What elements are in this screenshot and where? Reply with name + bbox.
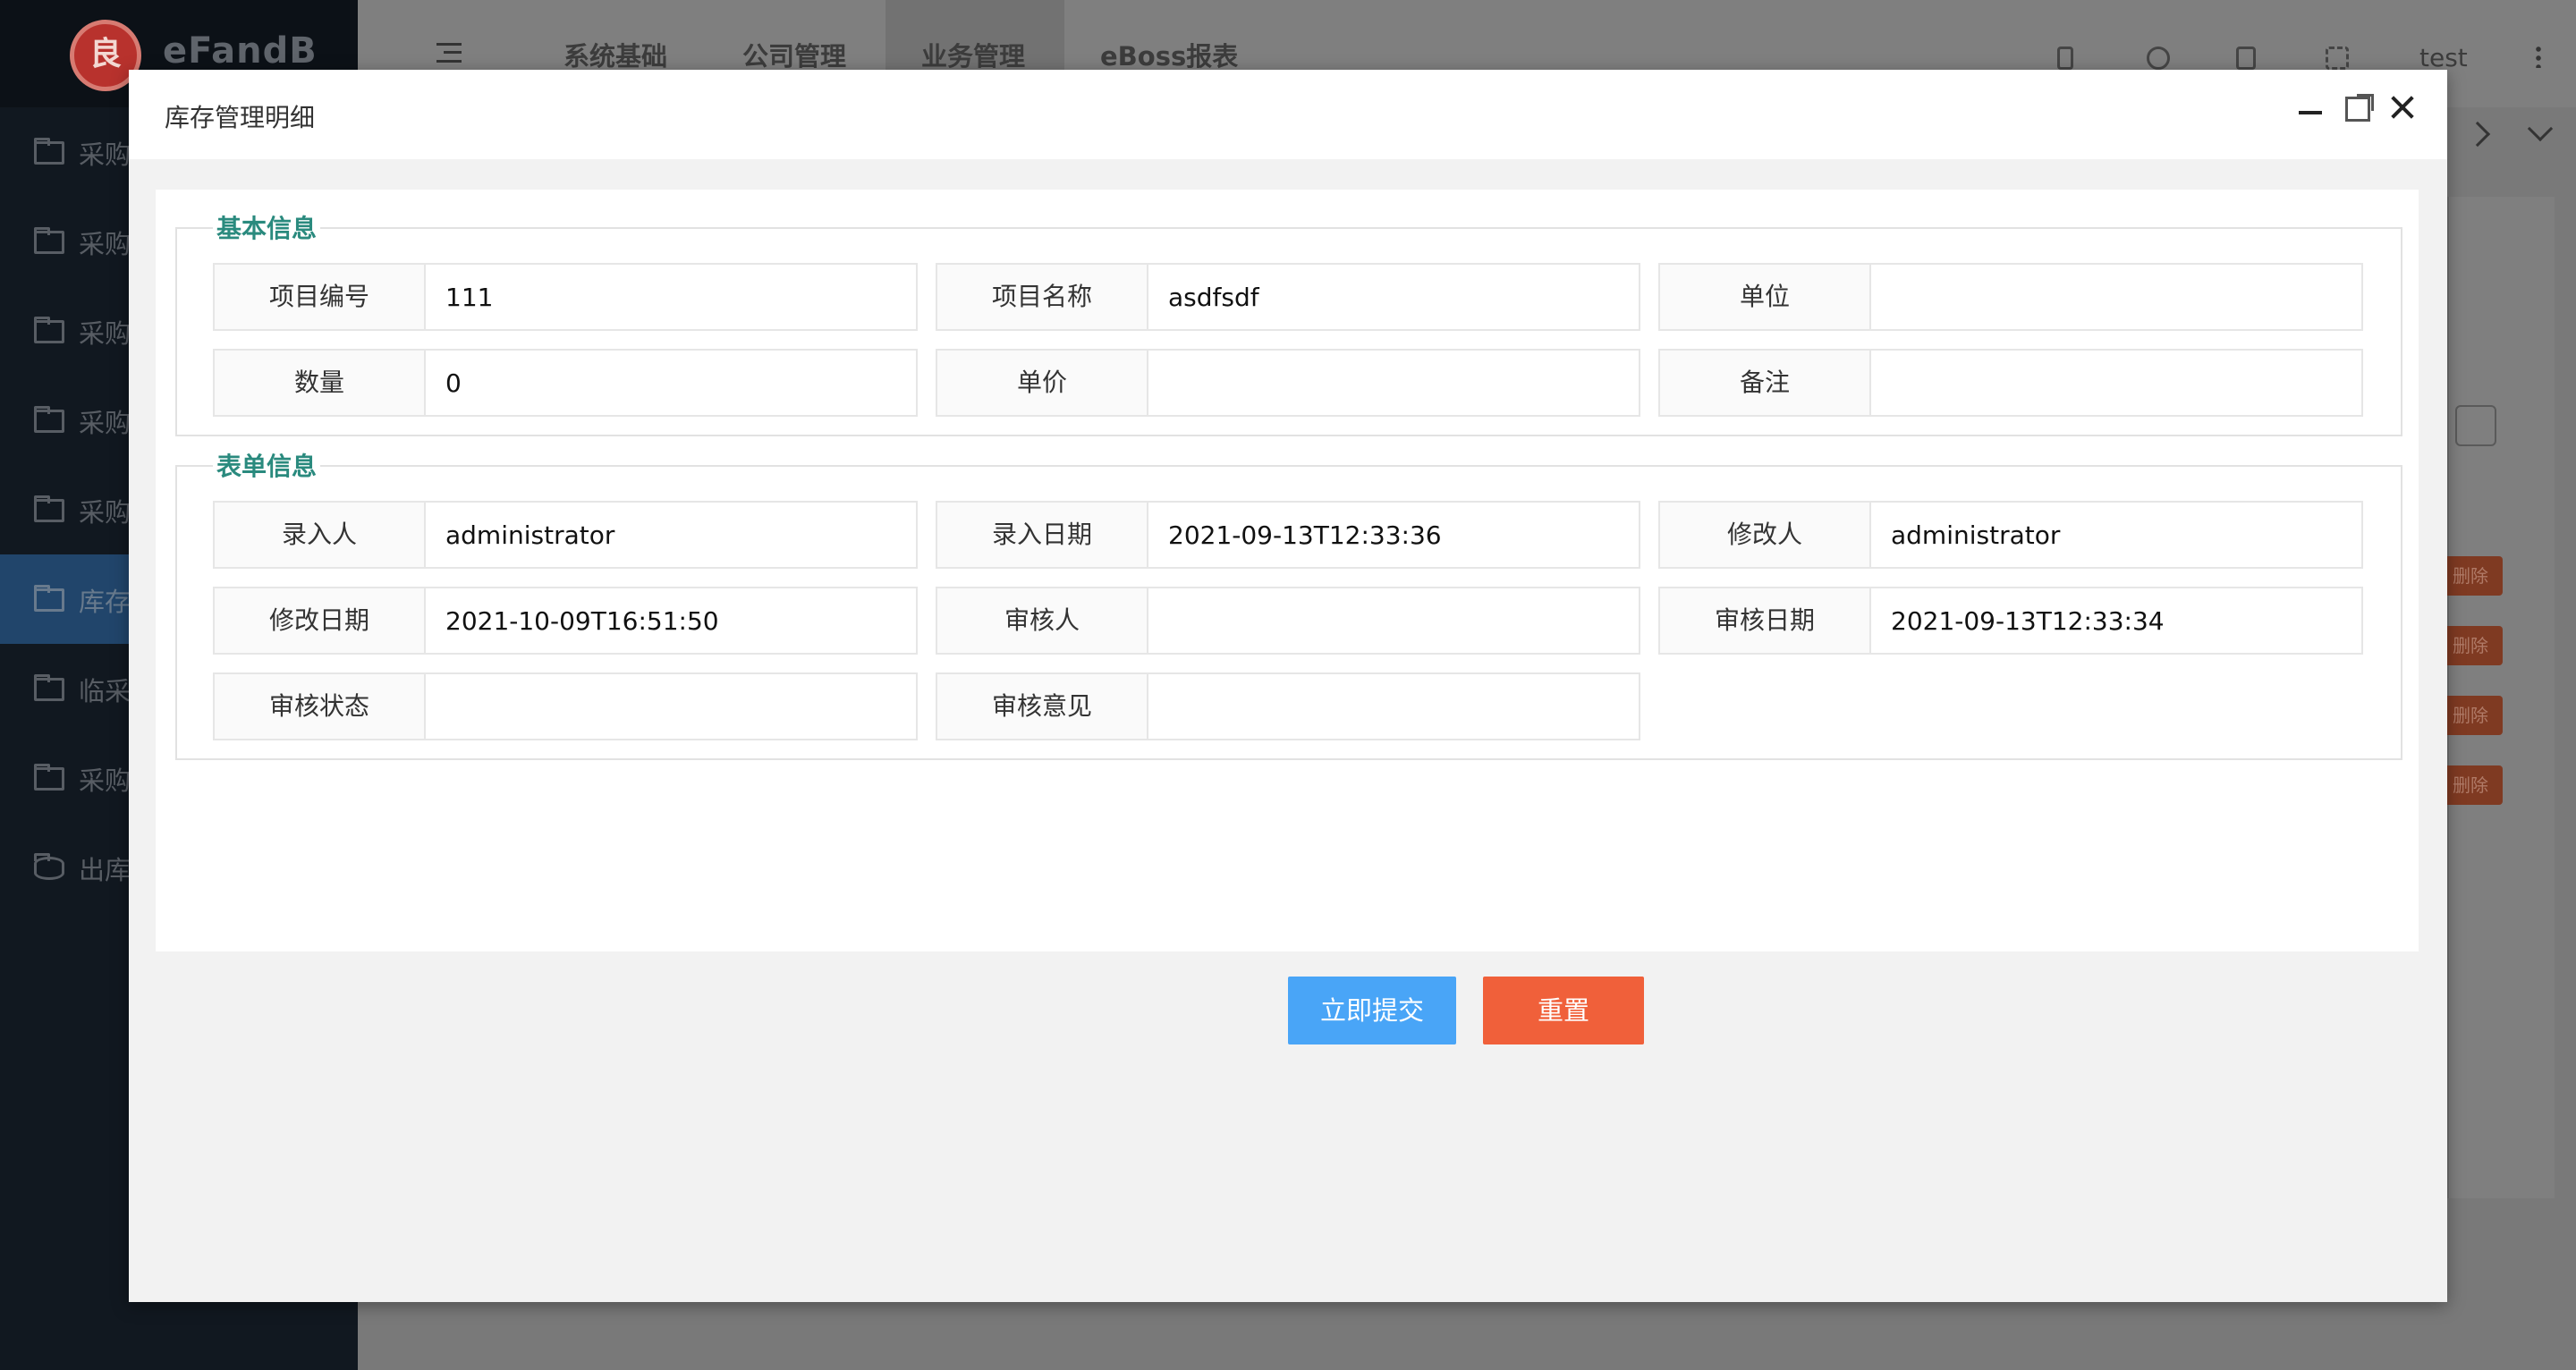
sidebar-item-label: 采购 xyxy=(79,497,131,528)
field-label: 备注 xyxy=(1660,351,1871,415)
field-label: 项目编号 xyxy=(215,265,426,329)
field-review-status: 审核状态 xyxy=(213,672,918,740)
tab-eboss-reports[interactable]: eBoss报表 xyxy=(1100,36,1238,73)
refresh-icon[interactable] xyxy=(2147,47,2170,70)
trash-icon[interactable] xyxy=(2236,47,2256,70)
delete-button[interactable]: 删除 xyxy=(2447,765,2503,805)
create-date-input[interactable] xyxy=(1148,503,1639,567)
review-date-input[interactable] xyxy=(1871,588,2361,653)
user-menu[interactable]: test xyxy=(2419,43,2468,72)
modifier-input[interactable] xyxy=(1871,503,2361,567)
close-icon[interactable] xyxy=(2388,93,2417,122)
field-label: 录入日期 xyxy=(937,503,1148,567)
folder-icon xyxy=(34,674,64,701)
review-opinion-input[interactable] xyxy=(1148,674,1639,739)
field-unit-price: 单价 xyxy=(936,349,1640,417)
item-code-input[interactable] xyxy=(426,265,916,329)
field-label: 修改人 xyxy=(1660,503,1871,567)
field-modifier: 修改人 xyxy=(1658,501,2363,569)
field-creator: 录入人 xyxy=(213,501,918,569)
unit-price-input[interactable] xyxy=(1148,351,1639,415)
field-label: 单位 xyxy=(1660,265,1871,329)
menu-toggle-icon[interactable] xyxy=(436,43,462,63)
field-review-date: 审核日期 xyxy=(1658,587,2363,655)
sidebar-item-label: 采购 xyxy=(79,318,131,349)
tab-business-management[interactable]: 业务管理 xyxy=(921,36,1025,73)
folder-icon xyxy=(34,138,64,165)
field-create-date: 录入日期 xyxy=(936,501,1640,569)
creator-input[interactable] xyxy=(426,503,916,567)
field-unit: 单位 xyxy=(1658,263,2363,331)
modal-header: 库存管理明细 xyxy=(129,70,2447,159)
sidebar-item-label: 采购 xyxy=(79,765,131,796)
reset-button[interactable]: 重置 xyxy=(1483,977,1644,1044)
modal-title: 库存管理明细 xyxy=(165,103,316,132)
section-legend-basic: 基本信息 xyxy=(213,209,321,245)
unit-input[interactable] xyxy=(1871,265,2361,329)
field-reviewer: 审核人 xyxy=(936,587,1640,655)
delete-button[interactable]: 删除 xyxy=(2447,556,2503,596)
tab-company-management[interactable]: 公司管理 xyxy=(742,36,846,73)
form-panel: 基本信息 项目编号 项目名称 单位 数量 单价 备注 xyxy=(156,190,2419,1044)
fieldset-basic-info: 基本信息 项目编号 项目名称 单位 数量 单价 备注 xyxy=(175,209,2402,436)
folder-icon xyxy=(34,585,64,612)
database-icon xyxy=(34,853,64,880)
mobile-icon[interactable] xyxy=(2057,47,2073,70)
more-icon[interactable] xyxy=(2536,45,2541,68)
folder-icon xyxy=(34,764,64,791)
field-item-name: 项目名称 xyxy=(936,263,1640,331)
field-label: 审核人 xyxy=(937,588,1148,653)
field-label: 单价 xyxy=(937,351,1148,415)
folder-icon xyxy=(34,495,64,522)
submit-button[interactable]: 立即提交 xyxy=(1288,977,1456,1044)
maximize-icon[interactable] xyxy=(2345,94,2374,122)
field-label: 审核状态 xyxy=(215,674,426,739)
quantity-input[interactable] xyxy=(426,351,916,415)
fieldset-form-info: 表单信息 录入人 录入日期 修改人 修改日期 审核人 审 xyxy=(175,447,2402,760)
remarks-input[interactable] xyxy=(1871,351,2361,415)
field-label: 修改日期 xyxy=(215,588,426,653)
field-label: 审核日期 xyxy=(1660,588,1871,653)
logo-text: eFandB xyxy=(163,30,318,72)
inventory-detail-modal: 库存管理明细 基本信息 项目编号 项目名称 单位 数量 xyxy=(129,70,2447,1302)
sidebar-item-label: 库存 xyxy=(79,587,131,617)
field-review-opinion: 审核意见 xyxy=(936,672,1640,740)
field-label: 录入人 xyxy=(215,503,426,567)
reviewer-input[interactable] xyxy=(1148,588,1639,653)
sidebar-item-label: 采购 xyxy=(79,140,131,170)
field-quantity: 数量 xyxy=(213,349,918,417)
modify-date-input[interactable] xyxy=(426,588,916,653)
delete-button[interactable]: 删除 xyxy=(2447,626,2503,665)
folder-icon xyxy=(34,406,64,433)
print-icon[interactable] xyxy=(2455,405,2496,446)
delete-button[interactable]: 删除 xyxy=(2447,696,2503,735)
folder-icon xyxy=(34,227,64,254)
field-label: 项目名称 xyxy=(937,265,1148,329)
review-status-input[interactable] xyxy=(426,674,916,739)
sidebar-item-label: 采购 xyxy=(79,408,131,438)
fullscreen-icon[interactable] xyxy=(2326,47,2349,70)
section-legend-form: 表单信息 xyxy=(213,447,321,483)
sidebar-item-label: 出库 xyxy=(79,855,131,885)
folder-icon xyxy=(34,317,64,343)
minimize-icon[interactable] xyxy=(2299,111,2322,114)
field-modify-date: 修改日期 xyxy=(213,587,918,655)
field-label: 数量 xyxy=(215,351,426,415)
sidebar-item-label: 临采 xyxy=(79,676,131,706)
tab-system-basics[interactable]: 系统基础 xyxy=(564,36,667,73)
item-name-input[interactable] xyxy=(1148,265,1639,329)
sidebar-item-label: 采购 xyxy=(79,229,131,259)
field-remarks: 备注 xyxy=(1658,349,2363,417)
field-label: 审核意见 xyxy=(937,674,1148,739)
field-item-code: 项目编号 xyxy=(213,263,918,331)
